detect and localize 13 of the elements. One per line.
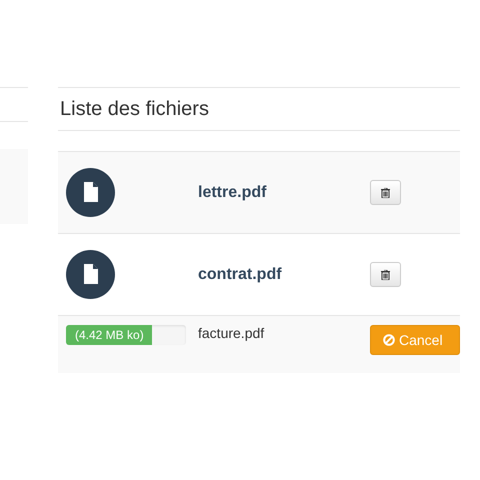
delete-button[interactable] <box>370 180 401 205</box>
file-name: lettre.pdf <box>198 184 268 202</box>
delete-button[interactable] <box>370 262 401 287</box>
trash-icon <box>381 270 390 280</box>
list-title: Liste des fichiers <box>58 88 460 131</box>
progress-label: (4.42 MB ko) <box>75 328 144 342</box>
ban-icon <box>383 334 395 346</box>
file-icon <box>66 168 115 217</box>
file-name: facture.pdf <box>198 325 266 341</box>
trash-icon <box>381 188 390 198</box>
file-icon <box>66 250 115 299</box>
cancel-button[interactable]: Cancel <box>370 325 460 355</box>
file-name: contrat.pdf <box>198 266 283 284</box>
